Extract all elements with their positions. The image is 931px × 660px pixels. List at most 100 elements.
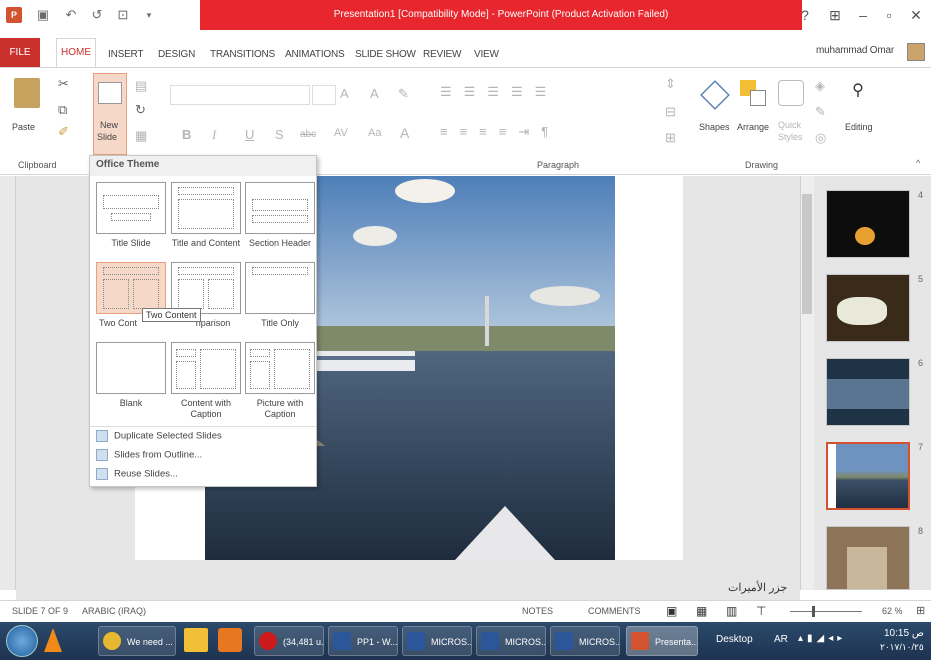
clear-format-icon[interactable]: ✎ bbox=[398, 86, 409, 102]
layout-blank[interactable] bbox=[96, 342, 166, 394]
new-slide-button[interactable]: New Slide bbox=[93, 73, 127, 155]
left-scrollbar[interactable] bbox=[0, 176, 16, 590]
duplicate-slides-item[interactable]: Duplicate Selected Slides bbox=[96, 430, 222, 442]
slide-sorter-icon[interactable]: ▦ bbox=[696, 604, 707, 618]
text-direction-icon[interactable]: ⇕ bbox=[665, 76, 676, 92]
tab-insert[interactable]: INSERT bbox=[108, 49, 143, 60]
spacing-button[interactable]: AV bbox=[334, 127, 348, 139]
tray-icons[interactable]: ▴▮◢◂▸ bbox=[798, 633, 846, 644]
layout-icon[interactable]: ▤ bbox=[135, 78, 147, 94]
user-name[interactable]: muhammad Omar bbox=[816, 45, 894, 56]
clock-time[interactable]: ص 10:15 bbox=[884, 628, 924, 639]
reset-icon[interactable]: ↻ bbox=[135, 102, 146, 118]
copy-icon[interactable]: ⧉ bbox=[58, 102, 67, 118]
language-bar[interactable]: AR bbox=[774, 634, 788, 645]
collapse-ribbon-icon[interactable]: ^ bbox=[916, 158, 920, 168]
slide-thumbnail-8[interactable] bbox=[826, 526, 910, 590]
font-name-field[interactable] bbox=[170, 85, 310, 105]
ribbon-display-icon[interactable]: ⊞ bbox=[822, 4, 848, 26]
zoom-level[interactable]: 62 % bbox=[882, 606, 903, 616]
layout-title-only[interactable] bbox=[245, 262, 315, 314]
slides-from-outline-item[interactable]: Slides from Outline... bbox=[96, 449, 202, 461]
taskbar-word-3[interactable]: MICROS... bbox=[476, 626, 546, 656]
zoom-thumb[interactable] bbox=[812, 606, 815, 617]
arrange-button[interactable]: Arrange bbox=[737, 122, 769, 132]
align-text-icon[interactable]: ⊟ bbox=[665, 104, 676, 120]
taskbar-word-1[interactable]: PP1 - W... bbox=[328, 626, 398, 656]
align-buttons[interactable]: ≡≡≡≡⇥¶ bbox=[440, 124, 560, 140]
underline-button[interactable]: U bbox=[245, 127, 254, 142]
avatar[interactable] bbox=[907, 43, 925, 61]
italic-button[interactable]: I bbox=[212, 127, 216, 143]
slide-thumbnail-5[interactable] bbox=[826, 274, 910, 342]
close-icon[interactable]: ✕ bbox=[903, 4, 929, 26]
media-player-icon[interactable] bbox=[218, 628, 242, 652]
layout-two-content[interactable] bbox=[96, 262, 166, 314]
font-size-field[interactable] bbox=[312, 85, 336, 105]
tab-file[interactable]: FILE bbox=[0, 38, 40, 68]
tab-view[interactable]: VIEW bbox=[474, 49, 499, 60]
scroll-thumb[interactable] bbox=[802, 194, 812, 314]
grow-font-button[interactable]: A bbox=[340, 86, 349, 101]
font-color-button[interactable]: A bbox=[400, 125, 409, 141]
layout-picture-with-caption[interactable] bbox=[245, 342, 315, 394]
slideshow-icon[interactable]: ⊤ bbox=[756, 604, 766, 618]
quick-styles-label-2[interactable]: Styles bbox=[778, 132, 803, 142]
slide-thumbnail-6[interactable] bbox=[826, 358, 910, 426]
shadow-button[interactable]: S bbox=[275, 127, 284, 142]
format-painter-icon[interactable]: ✐ bbox=[58, 124, 69, 140]
qat-dropdown-icon[interactable]: ▾ bbox=[140, 6, 158, 24]
vlc-icon[interactable] bbox=[44, 628, 62, 652]
comments-button[interactable]: COMMENTS bbox=[588, 606, 641, 616]
help-icon[interactable]: ? bbox=[792, 4, 818, 26]
notes-button[interactable]: NOTES bbox=[522, 606, 553, 616]
shape-fill-icon[interactable]: ◈ bbox=[815, 78, 825, 94]
layout-title-and-content[interactable] bbox=[171, 182, 241, 234]
bold-button[interactable]: B bbox=[182, 127, 191, 142]
editing-button[interactable]: Editing bbox=[845, 122, 873, 132]
shape-outline-icon[interactable]: ✎ bbox=[815, 104, 826, 120]
desktop-toolbar[interactable]: Desktop bbox=[716, 634, 753, 645]
language-indicator[interactable]: ARABIC (IRAQ) bbox=[82, 606, 146, 616]
tab-design[interactable]: DESIGN bbox=[158, 49, 195, 60]
taskbar-opera[interactable]: (34,481 u... bbox=[254, 626, 324, 656]
ppt-icon[interactable]: P bbox=[6, 7, 22, 23]
paste-button[interactable]: Paste bbox=[12, 122, 35, 132]
slide-thumbnail-4[interactable] bbox=[826, 190, 910, 258]
zoom-slider[interactable] bbox=[790, 611, 862, 612]
layout-content-with-caption[interactable] bbox=[171, 342, 241, 394]
maximize-icon[interactable]: ▫ bbox=[876, 4, 902, 26]
present-icon[interactable]: ⊡ bbox=[114, 6, 132, 24]
taskbar-word-2[interactable]: MICROS... bbox=[402, 626, 472, 656]
slide-thumbnail-7[interactable] bbox=[826, 442, 910, 510]
cut-icon[interactable]: ✂ bbox=[58, 76, 69, 92]
tab-animations[interactable]: ANIMATIONS bbox=[285, 49, 345, 60]
arrange-icon[interactable] bbox=[740, 80, 768, 110]
start-button[interactable] bbox=[6, 625, 38, 657]
smartart-icon[interactable]: ⊞ bbox=[665, 130, 676, 146]
notes-pane[interactable]: جزر الأميرات bbox=[16, 576, 800, 600]
taskbar-powerpoint[interactable]: Presenta... bbox=[626, 626, 698, 656]
change-case-button[interactable]: Aa bbox=[368, 127, 381, 139]
minimize-icon[interactable]: – bbox=[850, 4, 876, 26]
layout-section-header[interactable] bbox=[245, 182, 315, 234]
tab-slideshow[interactable]: SLIDE SHOW bbox=[355, 49, 416, 60]
normal-view-icon[interactable]: ▣ bbox=[666, 604, 677, 618]
shrink-font-button[interactable]: A bbox=[370, 86, 379, 101]
section-icon[interactable]: ▦ bbox=[135, 128, 147, 144]
tab-home[interactable]: HOME bbox=[56, 38, 96, 68]
reuse-slides-item[interactable]: Reuse Slides... bbox=[96, 468, 178, 480]
quick-styles-icon[interactable] bbox=[778, 80, 804, 106]
tab-review[interactable]: REVIEW bbox=[423, 49, 461, 60]
taskbar-word-4[interactable]: MICROS... bbox=[550, 626, 620, 656]
shape-effects-icon[interactable]: ◎ bbox=[815, 130, 826, 146]
layout-comparison[interactable] bbox=[171, 262, 241, 314]
redo-icon[interactable]: ↺ bbox=[88, 6, 106, 24]
taskbar-chrome[interactable]: We need ... bbox=[98, 626, 176, 656]
quick-styles-button[interactable]: Quick bbox=[778, 120, 801, 130]
layout-title-slide[interactable] bbox=[96, 182, 166, 234]
binoculars-icon[interactable]: ⚲ bbox=[845, 80, 871, 106]
tab-transitions[interactable]: TRANSITIONS bbox=[210, 49, 275, 60]
reading-view-icon[interactable]: ▥ bbox=[726, 604, 737, 618]
list-buttons[interactable]: ☰☰☰☰☰ bbox=[440, 84, 558, 100]
